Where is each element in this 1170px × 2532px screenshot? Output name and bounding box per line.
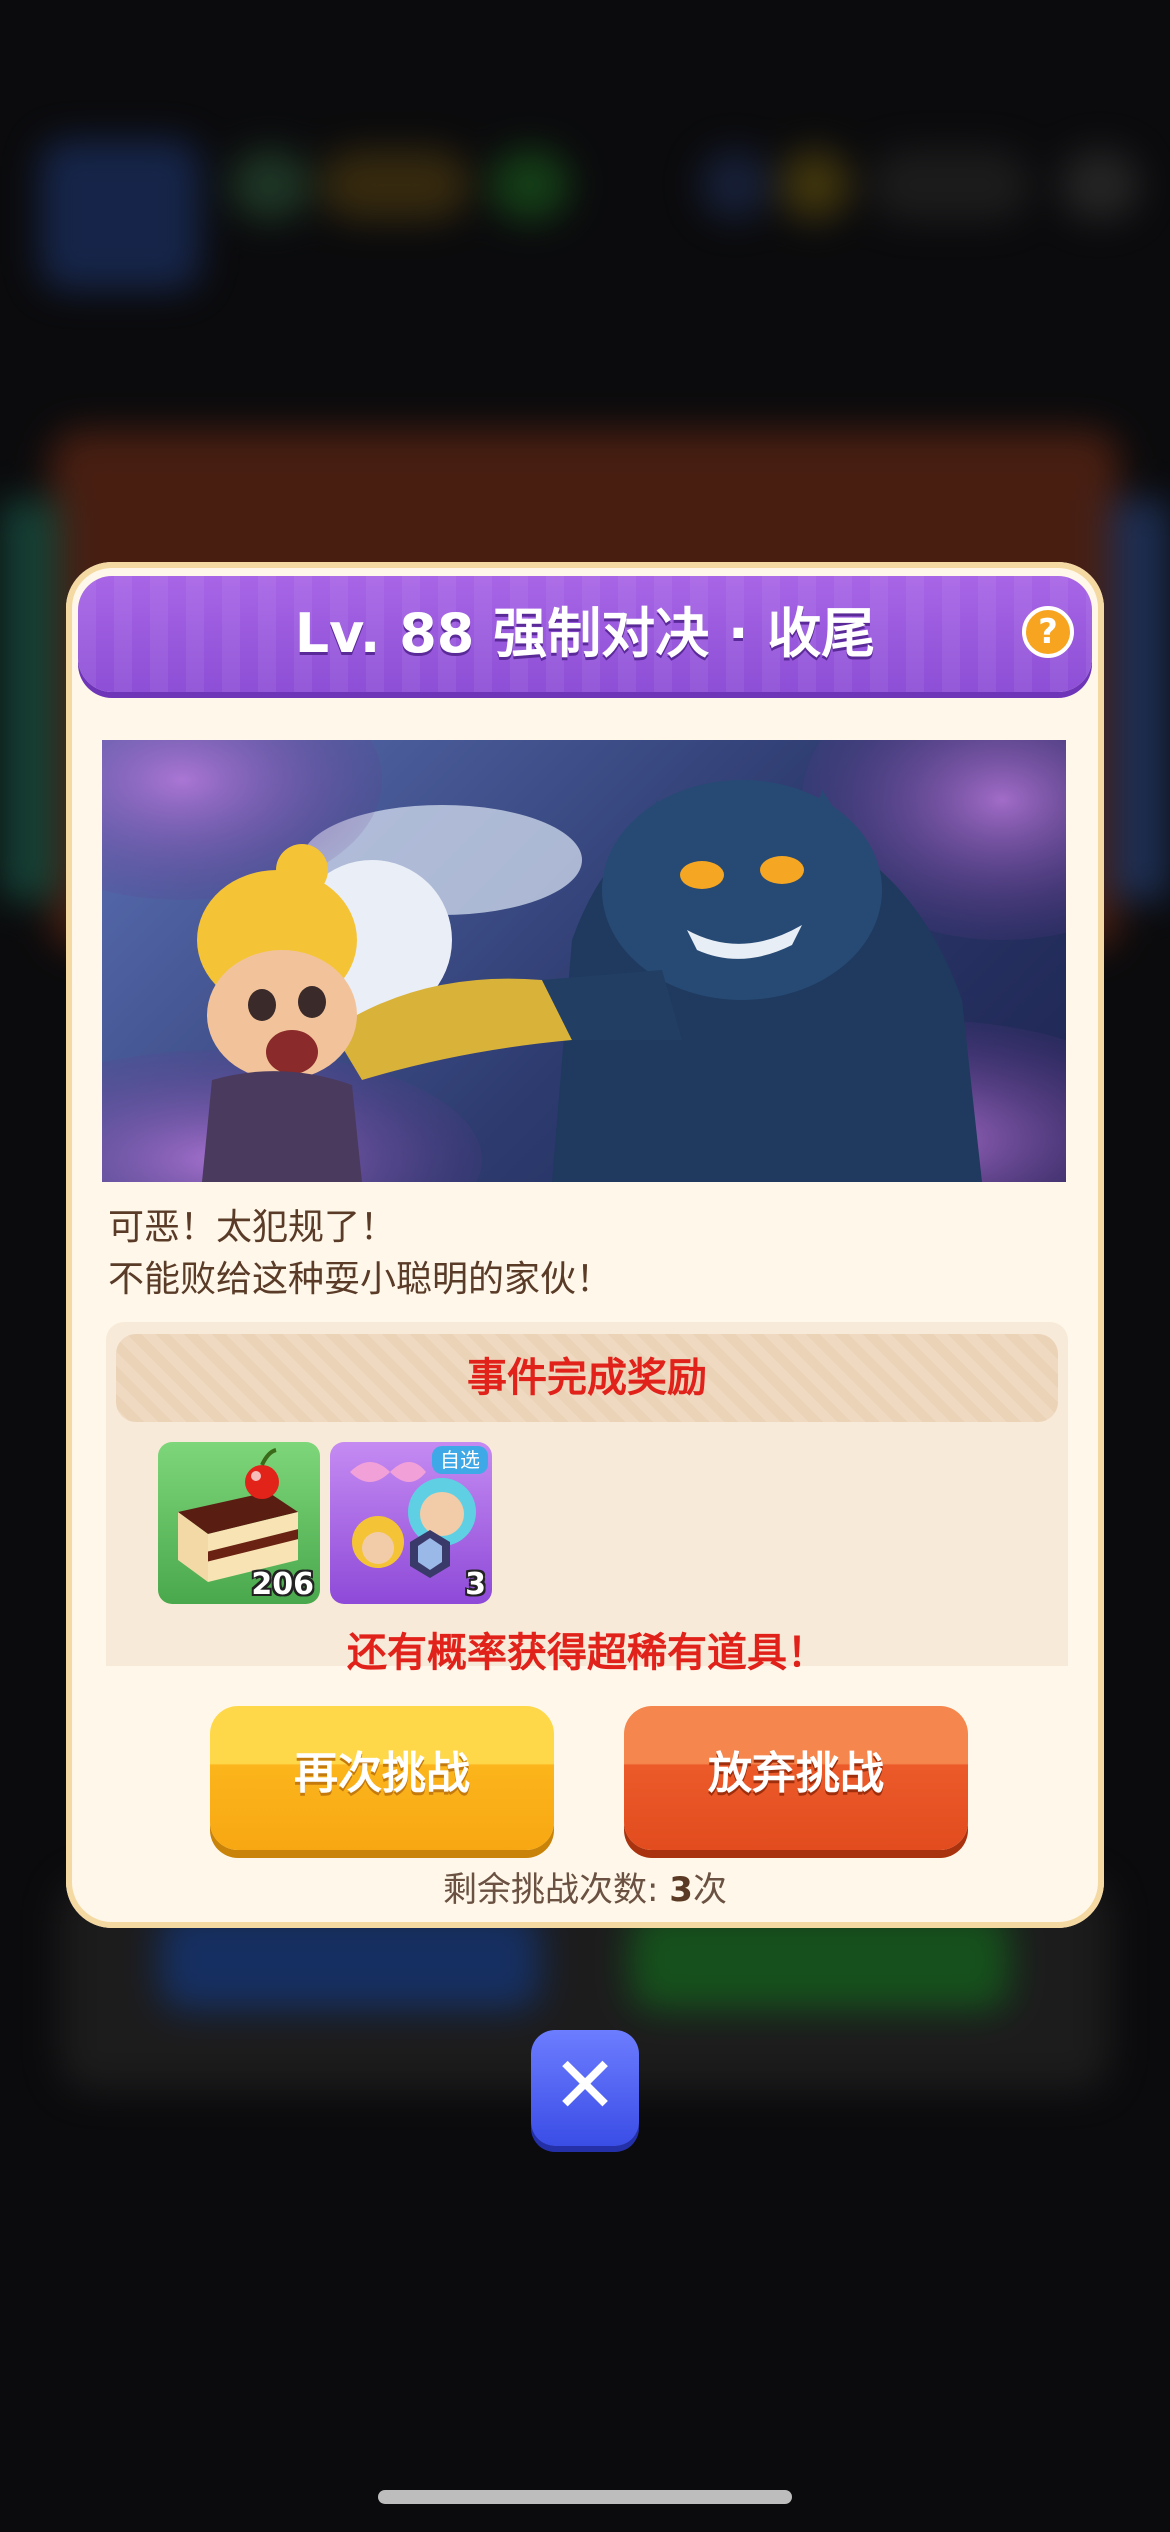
close-button[interactable]: ✕ [531, 2030, 639, 2146]
bg-pill [870, 150, 1030, 220]
story-line: 可恶！太犯规了！ [108, 1207, 397, 1248]
remaining-count: 3 [669, 1870, 693, 1910]
dialog-title: Lv. 88 强制对决 · 收尾 [294, 602, 876, 665]
close-x-icon: ✕ [552, 2041, 618, 2131]
give-up-challenge-button[interactable]: 放弃挑战 [624, 1706, 968, 1850]
bg-pill [320, 150, 470, 220]
challenge-dialog: Lv. 88 强制对决 · 收尾 ? 可恶！太犯规了！ 不能败给这种耍小聪明的家… [66, 562, 1104, 1928]
remaining-label: 剩余挑战次数: [443, 1870, 670, 1910]
story-text: 可恶！太犯规了！ 不能败给这种耍小聪明的家伙！ [108, 1202, 1048, 1306]
story-line: 不能败给这种耍小聪明的家伙！ [108, 1259, 613, 1300]
story-illustration [102, 740, 1066, 1182]
reward-panel: 事件完成奖励 206 自选 3 还有概率获得超稀有道具！ [106, 1322, 1068, 1676]
dialog-title-bar: Lv. 88 强制对决 · 收尾 ? [78, 576, 1092, 692]
reward-item-cake[interactable]: 206 [158, 1442, 320, 1604]
reward-header-text: 事件完成奖励 [467, 1355, 707, 1401]
retry-challenge-button[interactable]: 再次挑战 [210, 1706, 554, 1850]
bg-pill [700, 150, 770, 220]
home-indicator[interactable] [378, 2490, 792, 2504]
reward-item-hero-pack[interactable]: 自选 3 [330, 1442, 492, 1604]
question-mark-icon[interactable]: ? [1022, 606, 1074, 658]
bg-pill [780, 150, 850, 220]
remaining-unit: 次 [692, 1870, 727, 1910]
bg-side [0, 500, 60, 900]
story-art [102, 740, 1066, 1182]
bg-pill [230, 150, 310, 220]
bg-pill [1060, 150, 1140, 220]
reward-header: 事件完成奖励 [116, 1334, 1058, 1422]
bg-side [1110, 500, 1170, 900]
bg-pill [490, 150, 570, 220]
rare-item-text: 还有概率获得超稀有道具！ [347, 1630, 827, 1676]
remaining-attempts: 剩余挑战次数: 3次 [66, 1862, 1104, 1911]
item-count: 3 [465, 1567, 486, 1602]
item-tag: 自选 [432, 1446, 488, 1474]
item-count: 206 [251, 1567, 314, 1602]
bg-avatar [40, 140, 200, 290]
